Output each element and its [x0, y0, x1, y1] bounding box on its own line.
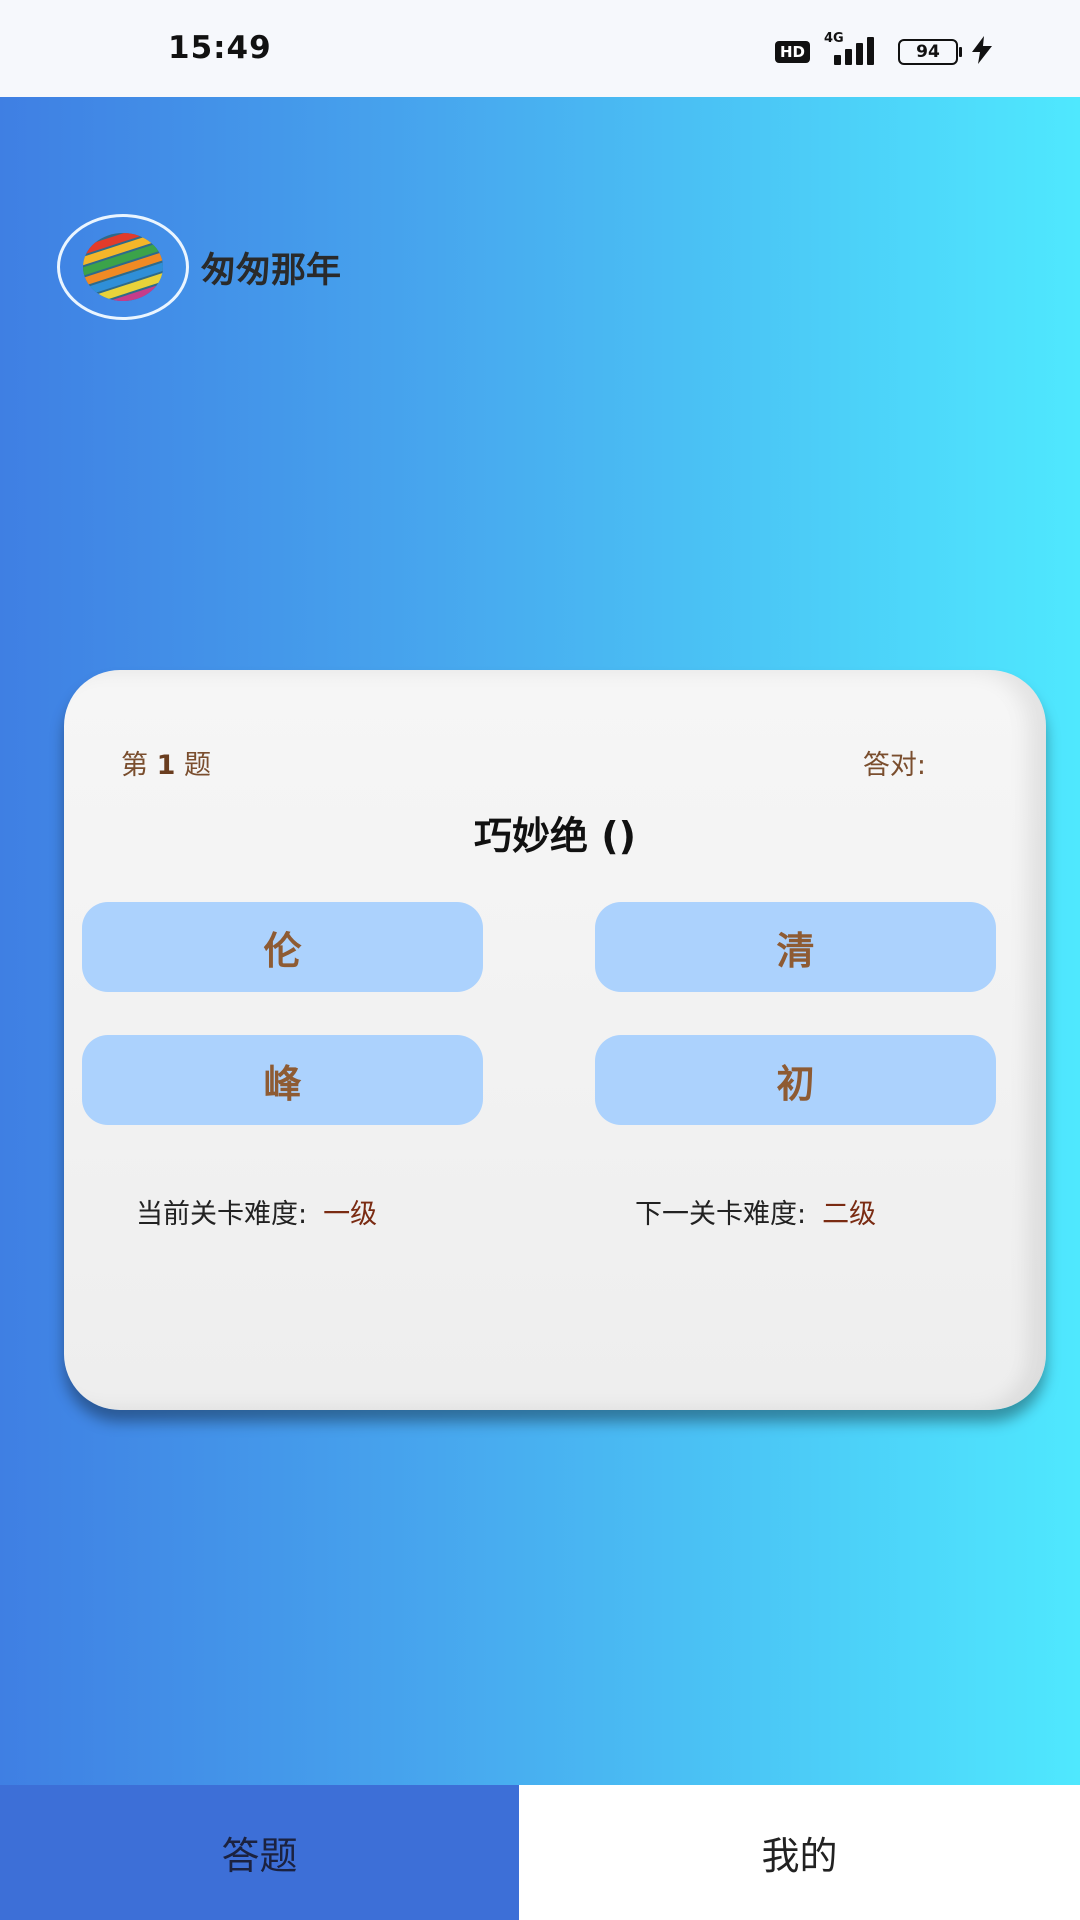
option-button-2[interactable]: 清	[595, 902, 996, 992]
correct-count-label: 答对:	[862, 750, 926, 781]
question-text: 巧妙绝 ()	[474, 814, 636, 858]
status-bar: 15:49 HD 4G 94	[0, 0, 1080, 97]
next-level-value: 二级	[822, 1199, 877, 1230]
current-level-value: 一级	[323, 1199, 378, 1230]
option-button-1[interactable]: 伦	[82, 902, 483, 992]
battery-icon: 94	[898, 39, 962, 65]
status-icons: HD 4G 94	[774, 31, 992, 70]
battery-level: 94	[916, 42, 940, 62]
question-number-value: 1	[156, 750, 176, 781]
network-type: 4G	[824, 31, 844, 46]
current-level: 当前关卡难度: 一级	[136, 1192, 377, 1231]
app-header: 匆匆那年	[57, 214, 341, 320]
question-number: 第 1 题	[121, 743, 211, 782]
quiz-card: 第 1 题 答对: 巧妙绝 () 伦 清 峰 初 当前关卡难度: 一级 下一关卡难…	[64, 670, 1046, 1410]
tab-mine[interactable]: 我的	[519, 1785, 1080, 1920]
question-suffix: 题	[183, 750, 211, 781]
question-prefix: 第	[121, 750, 148, 781]
bottom-tab-bar: 答题 我的	[0, 1785, 1080, 1920]
globe-stripes-logo-icon	[57, 214, 189, 320]
current-level-label: 当前关卡难度:	[136, 1199, 308, 1230]
app-root: 15:49 HD 4G 94 匆匆那年 第 1 题 答对: 巧妙绝 () 伦 清…	[0, 0, 1080, 1920]
option-button-3[interactable]: 峰	[82, 1035, 483, 1125]
tab-answer[interactable]: 答题	[0, 1785, 519, 1920]
option-button-4[interactable]: 初	[595, 1035, 996, 1125]
main-area: 匆匆那年 第 1 题 答对: 巧妙绝 () 伦 清 峰 初 当前关卡难度: 一级 …	[0, 97, 1080, 1785]
charging-bolt-icon	[972, 35, 992, 69]
next-level-label: 下一关卡难度:	[635, 1199, 807, 1230]
status-time: 15:49	[168, 30, 272, 66]
app-name: 匆匆那年	[201, 250, 342, 291]
next-level: 下一关卡难度: 二级	[635, 1192, 876, 1231]
signal-icon: 4G	[824, 31, 884, 67]
hd-icon: HD	[774, 41, 810, 63]
